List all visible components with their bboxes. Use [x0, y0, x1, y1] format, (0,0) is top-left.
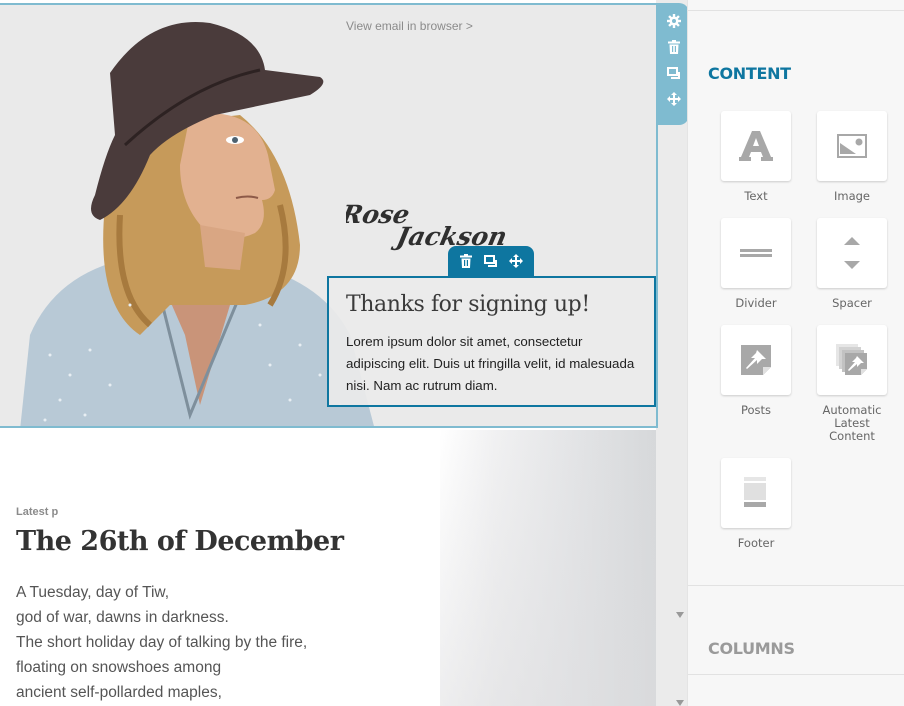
- widget-tile[interactable]: [721, 458, 791, 528]
- scroll-down-arrow-bottom[interactable]: [676, 700, 684, 706]
- widget-divider[interactable]: Divider: [720, 218, 792, 310]
- post-excerpt-line: The short holiday day of talking by the …: [16, 634, 308, 651]
- sidebar-top-divider: [688, 10, 904, 11]
- widget-text[interactable]: Text: [720, 111, 792, 203]
- widget-label: Posts: [740, 403, 772, 417]
- text-icon: [739, 131, 773, 161]
- row-toolbar: [658, 3, 687, 125]
- posts-section-label: Latest p: [16, 506, 59, 518]
- widget-label: Image: [833, 189, 871, 203]
- widget-tile[interactable]: [817, 111, 887, 181]
- email-editor: View email in browser > Rose Jackson Tha…: [0, 0, 904, 706]
- duplicate-icon[interactable]: [483, 253, 499, 269]
- move-icon[interactable]: [508, 253, 524, 269]
- post-excerpt-line: A Tuesday, day of Tiw,: [16, 584, 170, 601]
- widget-spacer[interactable]: Spacer: [816, 218, 888, 310]
- gear-icon[interactable]: [666, 13, 682, 29]
- block-toolbar: [448, 246, 534, 276]
- posts-icon: [741, 345, 771, 375]
- post-excerpt-line: ancient self-pollarded maples,: [16, 684, 222, 701]
- editor-canvas: View email in browser > Rose Jackson Tha…: [0, 0, 687, 706]
- text-block-body[interactable]: Lorem ipsum dolor sit amet, consectetur …: [346, 331, 637, 397]
- duplicate-icon[interactable]: [666, 65, 682, 81]
- content-section-title[interactable]: CONTENT: [708, 64, 791, 83]
- post-excerpt-line: floating on snowshoes among: [16, 659, 222, 676]
- sidebar-section-divider: [688, 674, 904, 675]
- image-icon: [837, 134, 867, 158]
- columns-section-title[interactable]: COLUMNS: [708, 639, 795, 658]
- automatic-latest-content-icon: [836, 344, 867, 375]
- move-icon[interactable]: [666, 91, 682, 107]
- text-block-selected[interactable]: Thanks for signing up! Lorem ipsum dolor…: [327, 276, 656, 407]
- footer-icon: [744, 477, 766, 507]
- view-in-browser-link[interactable]: View email in browser >: [346, 19, 473, 33]
- widget-tile[interactable]: [721, 325, 791, 395]
- sidebar-section-divider: [688, 585, 904, 586]
- widget-label: Automatic Latest Content: [822, 403, 882, 443]
- post-excerpt[interactable]: A Tuesday, day of Tiw, god of war, dawns…: [16, 580, 307, 705]
- widget-image[interactable]: Image: [816, 111, 888, 203]
- email-body: View email in browser > Rose Jackson Tha…: [0, 0, 658, 706]
- widget-tile[interactable]: [817, 325, 887, 395]
- widget-automatic-latest-content[interactable]: Automatic Latest Content: [816, 325, 888, 443]
- trash-icon[interactable]: [458, 253, 474, 269]
- widget-tile[interactable]: [721, 111, 791, 181]
- widget-posts[interactable]: Posts: [720, 325, 792, 417]
- divider-icon: [740, 249, 772, 257]
- scroll-down-arrow[interactable]: [676, 612, 684, 618]
- widget-footer[interactable]: Footer: [720, 458, 792, 550]
- widget-label: Text: [744, 189, 768, 203]
- text-block-heading[interactable]: Thanks for signing up!: [346, 292, 637, 317]
- post-excerpt-line: god of war, dawns in darkness.: [16, 609, 229, 626]
- latest-posts-row[interactable]: Latest p The 26th of December A Tuesday,…: [0, 430, 656, 706]
- portrait-image[interactable]: [0, 5, 380, 428]
- widget-label: Divider: [735, 296, 777, 310]
- sidebar: CONTENT Text Image Divider Spacer Posts …: [687, 0, 904, 706]
- spacer-icon: [844, 237, 860, 269]
- trash-icon[interactable]: [666, 39, 682, 55]
- widget-label: Footer: [737, 536, 775, 550]
- snowy-forest-image: [440, 430, 656, 706]
- widget-tile[interactable]: [721, 218, 791, 288]
- widget-label: Spacer: [832, 296, 872, 310]
- post-title[interactable]: The 26th of December: [16, 526, 344, 557]
- widget-tile[interactable]: [817, 218, 887, 288]
